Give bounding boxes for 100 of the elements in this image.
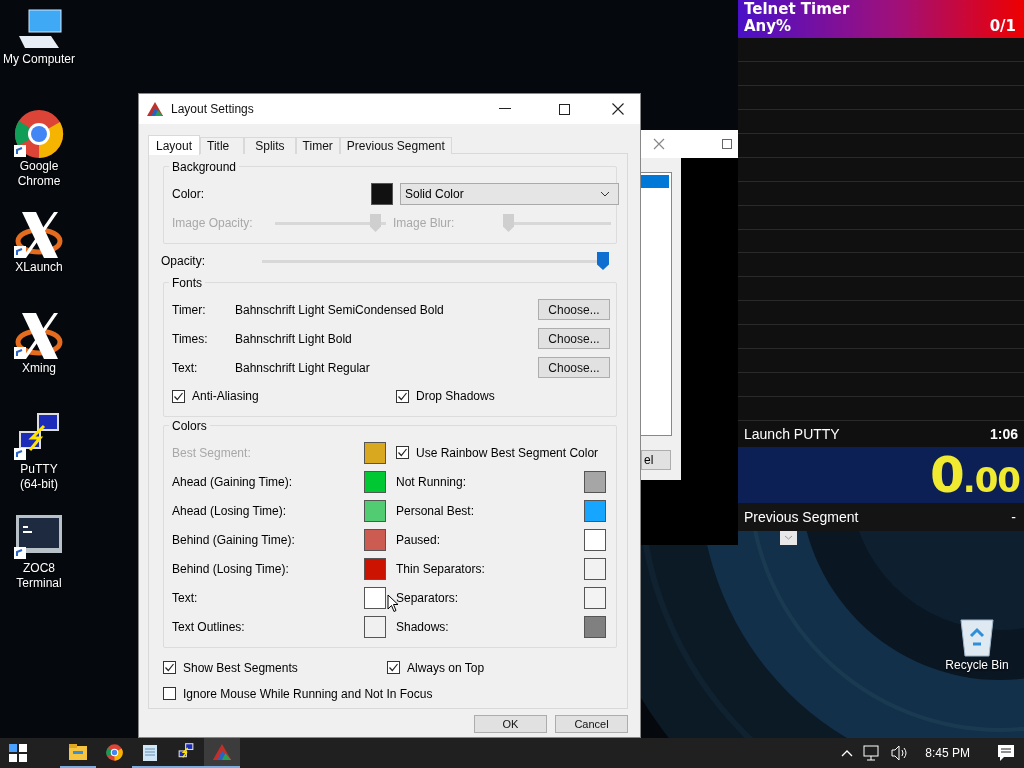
checkbox-label[interactable]: Always on Top xyxy=(407,660,485,675)
folder-icon xyxy=(69,744,87,760)
color-swatch[interactable] xyxy=(364,557,386,580)
color-label: Color: xyxy=(172,187,205,201)
tab[interactable]: Previous Segment xyxy=(339,137,452,154)
x-logo-icon[interactable] xyxy=(14,311,64,361)
color-label: Personal Best: xyxy=(396,503,476,518)
color-label: Ahead (Losing Time): xyxy=(172,503,288,518)
choose-button[interactable]: Choose... xyxy=(538,299,610,320)
list-box[interactable] xyxy=(641,172,672,436)
slider-thumb[interactable] xyxy=(503,214,514,232)
checkbox-label[interactable]: Show Best Segments xyxy=(183,660,298,675)
checkbox[interactable] xyxy=(172,389,185,403)
maximize-icon[interactable] xyxy=(559,103,570,115)
checkbox-label[interactable]: Ignore Mouse While Running and Not In Focus xyxy=(183,686,433,701)
font-name: Bahnschrift Light Regular xyxy=(235,360,371,375)
previous-segment-value: - xyxy=(1011,509,1016,525)
app-icon xyxy=(212,744,232,760)
tab[interactable]: Title xyxy=(200,137,245,154)
image-blur-label: Image Blur: xyxy=(393,216,456,230)
font-name: Bahnschrift Light SemiCondensed Bold xyxy=(235,302,445,317)
color-swatch[interactable] xyxy=(584,586,606,609)
category-name: Any% xyxy=(744,18,793,35)
color-swatch[interactable] xyxy=(584,557,606,580)
tab[interactable]: Splits xyxy=(244,137,296,154)
color-label: Text: xyxy=(172,590,199,605)
group-heading: Background xyxy=(169,160,240,174)
color-swatch[interactable] xyxy=(584,528,606,551)
partial-button[interactable]: el xyxy=(641,450,671,470)
tab[interactable]: Layout xyxy=(148,135,201,155)
color-label: Ahead (Gaining Time): xyxy=(172,474,294,489)
dialog-button[interactable]: OK xyxy=(474,715,547,733)
color-label: Best Segment: xyxy=(172,445,252,460)
previous-segment-label: Previous Segment xyxy=(744,509,859,525)
color-label: Paused: xyxy=(396,532,442,547)
color-swatch[interactable] xyxy=(364,586,386,609)
desktop-icon-label[interactable]: My Computer xyxy=(1,52,77,67)
notepad-icon xyxy=(143,743,157,761)
split-name: Launch PUTTY xyxy=(744,426,840,442)
timer-fraction: .00 xyxy=(962,460,1020,500)
font-name: Bahnschrift Light Bold xyxy=(235,331,353,346)
desktop-icon-label[interactable]: PuTTY (64-bit) xyxy=(18,462,60,492)
timer-seconds: 0 xyxy=(929,447,963,503)
checkbox-label[interactable]: Use Rainbow Best Segment Color xyxy=(416,445,599,460)
choose-button[interactable]: Choose... xyxy=(538,357,610,378)
color-swatch[interactable] xyxy=(364,470,386,493)
checkbox-label[interactable]: Drop Shadows xyxy=(416,389,495,403)
chevron-icon xyxy=(600,191,610,197)
desktop-icon-label[interactable]: Xming xyxy=(20,361,58,376)
desktop-icon-label[interactable]: Recycle Bin xyxy=(943,658,1011,673)
fill-type-dropdown[interactable]: Solid Color xyxy=(400,183,619,205)
color-swatch[interactable] xyxy=(371,183,393,205)
checkbox-label[interactable]: Anti-Aliasing xyxy=(192,389,259,403)
game-title: Telnet Timer xyxy=(744,1,850,18)
color-swatch[interactable] xyxy=(364,499,386,522)
font-label: Timer: xyxy=(172,302,207,317)
choose-button[interactable]: Choose... xyxy=(538,328,610,349)
checkbox[interactable] xyxy=(163,661,176,674)
slider-thumb[interactable] xyxy=(370,214,381,232)
chrome-icon[interactable] xyxy=(14,109,64,159)
tab[interactable]: Timer xyxy=(295,137,340,154)
checkbox[interactable] xyxy=(163,687,176,700)
terminal-icon[interactable] xyxy=(14,513,64,561)
volume-icon[interactable] xyxy=(891,745,910,761)
network-icon[interactable] xyxy=(863,745,882,761)
color-label: Thin Separators: xyxy=(396,561,486,576)
color-label: Not Running: xyxy=(396,474,468,489)
color-swatch[interactable] xyxy=(584,499,606,522)
color-label: Behind (Gaining Time): xyxy=(172,532,296,547)
color-swatch[interactable] xyxy=(364,615,386,638)
group-heading: Fonts xyxy=(169,276,205,290)
color-swatch[interactable] xyxy=(364,528,386,551)
window-title: Layout Settings xyxy=(171,102,254,116)
notification-icon[interactable] xyxy=(998,745,1014,761)
desktop-icon-label[interactable]: Google Chrome xyxy=(15,159,63,189)
font-label: Times: xyxy=(172,331,209,346)
clock[interactable]: 8:45 PM xyxy=(925,746,970,760)
checkbox[interactable] xyxy=(387,661,400,674)
color-label: Text Outlines: xyxy=(172,619,246,634)
minimize-icon[interactable] xyxy=(499,108,511,110)
desktop-icon-label[interactable]: XLaunch xyxy=(13,260,65,275)
dialog-button[interactable]: Cancel xyxy=(555,715,628,733)
chevron-up-icon[interactable] xyxy=(841,749,854,757)
desktop-icon-label[interactable]: ZOC8 Terminal xyxy=(14,561,64,591)
checkbox[interactable] xyxy=(396,389,409,403)
mouse-cursor-icon xyxy=(387,594,399,613)
color-swatch[interactable] xyxy=(584,615,606,638)
chrome-icon xyxy=(105,743,123,761)
x-logo-icon[interactable] xyxy=(14,210,64,260)
color-label: Shadows: xyxy=(396,619,450,634)
image-opacity-label: Image Opacity: xyxy=(172,216,254,230)
checkbox[interactable] xyxy=(396,446,409,459)
color-swatch[interactable] xyxy=(584,470,606,493)
group-heading: Colors xyxy=(169,419,210,433)
slider-thumb[interactable] xyxy=(597,252,609,270)
close-icon[interactable] xyxy=(612,103,624,115)
app-icon xyxy=(147,102,163,116)
color-label: Behind (Losing Time): xyxy=(172,561,290,576)
font-label: Text: xyxy=(172,360,199,375)
start-icon[interactable] xyxy=(8,743,28,763)
